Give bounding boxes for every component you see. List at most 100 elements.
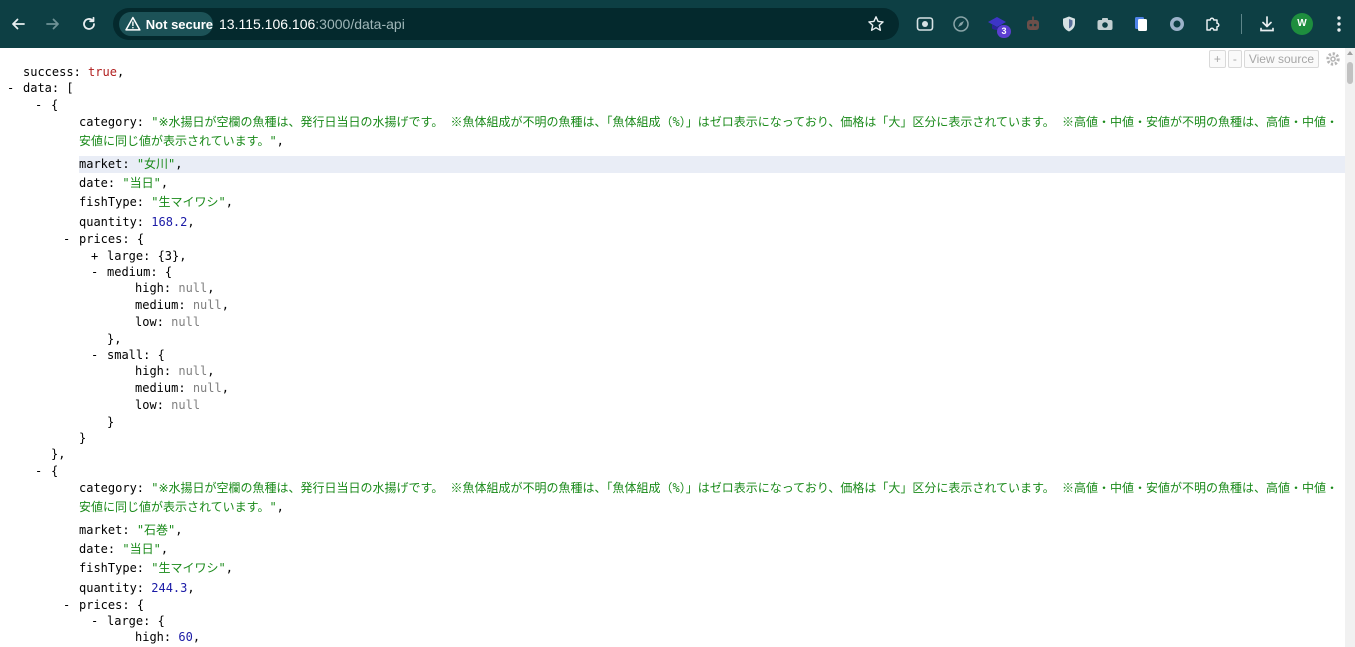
json-comma: , (187, 215, 195, 229)
expand-all-button[interactable]: + (1208, 50, 1226, 68)
extension-compass-button[interactable] (950, 13, 972, 35)
json-key: fishType (79, 561, 137, 575)
json-key: medium (135, 298, 179, 312)
page-scrollbar[interactable] (1345, 48, 1355, 647)
scrollbar-thumb[interactable] (1347, 62, 1353, 84)
json-row-bracket: } (79, 430, 86, 447)
collapse-toggle[interactable]: - (91, 264, 98, 281)
forward-button[interactable] (41, 12, 65, 36)
json-colon: : (178, 298, 193, 312)
json-key: quantity (79, 215, 137, 229)
extensions-menu-button[interactable] (1202, 13, 1224, 35)
json-row-fishtype: fishType: "生マイワシ", (79, 560, 233, 577)
json-value: "当日" (122, 176, 161, 190)
extension-robot-button[interactable] (1022, 13, 1044, 35)
browser-toolbar: Not secure 13.115.106.106:3000/data-api … (0, 0, 1355, 48)
json-row-quantity: quantity: 244.3, (79, 580, 195, 597)
collapse-toggle[interactable]: - (63, 597, 70, 614)
json-row-bracket: -{ (35, 97, 58, 114)
warning-icon (125, 16, 141, 31)
camera-icon (1097, 18, 1113, 30)
json-row-medium: - medium: { (91, 264, 172, 281)
json-key: date (79, 542, 108, 556)
json-colon: : (156, 398, 172, 412)
extension-docs-button[interactable] (1130, 13, 1152, 35)
json-colon: : (163, 630, 179, 644)
json-comma: , (160, 542, 169, 556)
json-colon: : (51, 81, 67, 95)
download-icon (1260, 16, 1274, 32)
json-comma: , (221, 381, 229, 395)
browser-menu-button[interactable] (1328, 13, 1350, 35)
json-key: prices (79, 232, 123, 246)
json-comma: , (276, 134, 284, 148)
collapse-toggle[interactable]: - (7, 80, 14, 97)
extension-shield-button[interactable] (1058, 13, 1080, 35)
json-colon: : (107, 176, 123, 190)
json-colon: : (136, 115, 152, 129)
compass-icon (953, 16, 969, 32)
json-row-bracket: } (107, 414, 114, 431)
collapse-all-button[interactable]: - (1227, 50, 1242, 68)
viewer-settings-button[interactable] (1325, 51, 1341, 67)
json-comma: , (225, 561, 233, 575)
json-row-prices: - prices: { (63, 597, 144, 614)
json-colon: : (150, 265, 165, 279)
extension-screen-button[interactable] (914, 13, 936, 35)
json-colon: : (136, 581, 152, 595)
downloads-button[interactable] (1256, 13, 1278, 35)
collapse-toggle[interactable]: - (63, 231, 70, 248)
json-comma: , (225, 195, 233, 209)
json-row-high: high: 60, (135, 629, 200, 646)
site-info-chip[interactable]: Not secure (119, 12, 213, 36)
back-button[interactable] (6, 12, 30, 36)
collapse-toggle[interactable]: - (35, 97, 42, 114)
collapse-toggle[interactable]: - (91, 613, 98, 630)
extension-graduation-button[interactable]: 3 (986, 13, 1011, 38)
json-colon: : (122, 523, 137, 537)
url-text[interactable]: 13.115.106.106:3000/data-api (219, 8, 405, 40)
json-comma: , (276, 500, 284, 514)
extension-camera-button[interactable] (1094, 13, 1116, 35)
expand-toggle[interactable]: + (91, 248, 98, 265)
scroll-up-arrow-icon[interactable] (1347, 51, 1353, 55)
json-row-bracket: }, (107, 331, 121, 348)
viewer-controls: + - View source (1208, 50, 1341, 68)
puzzle-icon (1206, 17, 1220, 31)
shield-icon (1063, 16, 1075, 32)
json-row-low: low: null (135, 397, 200, 414)
json-colon: : (122, 232, 137, 246)
json-colon: : (156, 315, 172, 329)
url-path: :3000/data-api (315, 16, 405, 32)
json-row-prices: - prices: { (63, 231, 145, 248)
json-colon: : (107, 542, 123, 556)
json-comma: , (192, 630, 201, 644)
profile-avatar[interactable]: W (1291, 13, 1313, 35)
arrow-left-icon (12, 18, 25, 30)
json-value: "女川" (136, 157, 176, 171)
json-row-data: - data: [ (7, 80, 74, 97)
view-source-button[interactable]: View source (1243, 50, 1319, 68)
json-value: "生マイワシ" (151, 561, 226, 575)
json-comma: , (179, 249, 187, 263)
json-value: null (178, 281, 208, 295)
json-key: low (135, 398, 157, 412)
bookmark-star-button[interactable] (867, 15, 885, 37)
collapse-toggle[interactable]: - (35, 463, 42, 480)
json-key: medium (107, 265, 151, 279)
json-value: null (178, 364, 208, 378)
json-colon: : (136, 561, 152, 575)
json-bracket: { (136, 232, 145, 246)
reload-button[interactable] (77, 12, 101, 36)
extension-ring-button[interactable] (1166, 13, 1188, 35)
json-row-medium: medium: null, (135, 380, 229, 397)
json-bracket: [ (66, 81, 74, 95)
json-key: prices (79, 598, 123, 612)
collapse-toggle[interactable]: - (91, 347, 98, 364)
json-bracket: { (157, 348, 165, 362)
address-bar[interactable]: Not secure 13.115.106.106:3000/data-api (113, 8, 899, 40)
json-value: 244.3 (151, 581, 188, 595)
star-icon (868, 16, 884, 31)
json-colon: : (143, 348, 158, 362)
json-row-large: + large: {3}, (91, 248, 187, 265)
